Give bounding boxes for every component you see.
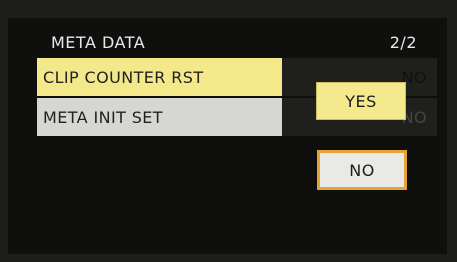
menu-item-label-cell: META INIT SET: [37, 98, 282, 136]
menu-title: META DATA: [51, 33, 146, 52]
confirm-popup: [282, 58, 437, 216]
camera-menu-screen: META DATA 2/2 CLIP COUNTER RST NO META I…: [0, 0, 457, 262]
menu-header: META DATA 2/2: [37, 26, 437, 56]
menu-item-label: META INIT SET: [43, 108, 163, 127]
page-indicator: 2/2: [389, 33, 417, 52]
yes-button[interactable]: YES: [317, 83, 405, 119]
menu-item-label-cell: CLIP COUNTER RST: [37, 58, 282, 96]
no-button[interactable]: NO: [317, 150, 407, 190]
menu-item-label: CLIP COUNTER RST: [43, 68, 204, 87]
